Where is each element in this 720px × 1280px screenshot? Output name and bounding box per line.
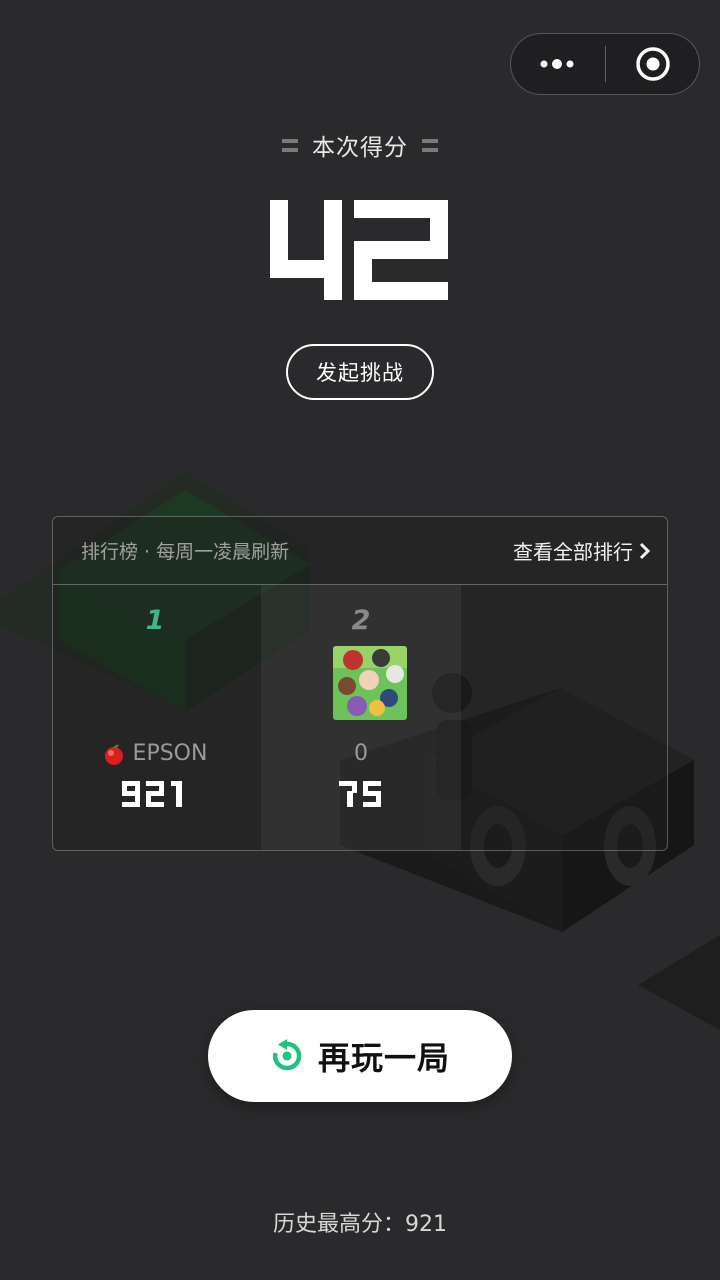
score-label-row: 本次得分 (0, 128, 720, 162)
play-again-button[interactable]: 再玩一局 (208, 1010, 512, 1102)
decor-lines-right (422, 138, 438, 152)
history-best-score: 历史最高分：921 (0, 1206, 720, 1238)
leaderboard-entry[interactable]: 2 0 75 (261, 585, 461, 850)
player-name-row: EPSON (55, 741, 255, 766)
group-photo-avatar (333, 646, 407, 720)
player-score-digits: 75 (339, 781, 381, 807)
play-again-label: 再玩一局 (317, 1039, 450, 1077)
more-dots-icon (540, 59, 574, 69)
close-button[interactable] (606, 34, 700, 94)
player-name-row: 0 (261, 741, 461, 766)
history-best-label: 历史最高分： (272, 1212, 405, 1237)
chevron-right-icon (639, 542, 651, 559)
target-close-icon (636, 47, 670, 81)
leaderboard-panel: 排行榜 · 每周一凌晨刷新 查看全部排行 1 EPSON 921 (52, 516, 668, 851)
view-all-label: 查看全部排行 (513, 540, 633, 564)
rank-number: 2 (351, 605, 371, 636)
player-name: 0 (354, 741, 368, 766)
mini-program-capsule (510, 33, 700, 95)
leaderboard-title: 排行榜 · 每周一凌晨刷新 (81, 541, 290, 563)
player-name: EPSON (132, 741, 208, 766)
player-score: 921 (55, 781, 255, 807)
more-button[interactable] (511, 34, 605, 94)
current-score: 42 (270, 200, 448, 300)
player-avatar (333, 646, 407, 720)
player-score: 75 (261, 781, 461, 807)
history-best-value: 921 (405, 1212, 447, 1237)
leaderboard-entry[interactable]: 1 EPSON 921 (55, 585, 255, 850)
score-label: 本次得分 (312, 135, 408, 161)
view-all-ranking-link[interactable]: 查看全部排行 (513, 536, 651, 565)
challenge-button[interactable]: 发起挑战 (286, 344, 434, 400)
player-score-digits: 921 (122, 781, 182, 807)
rank-number: 1 (145, 605, 165, 636)
replay-icon (272, 1039, 302, 1071)
apple-icon (104, 744, 123, 765)
decor-lines-left (282, 138, 298, 152)
leaderboard-header: 排行榜 · 每周一凌晨刷新 查看全部排行 (53, 517, 667, 585)
